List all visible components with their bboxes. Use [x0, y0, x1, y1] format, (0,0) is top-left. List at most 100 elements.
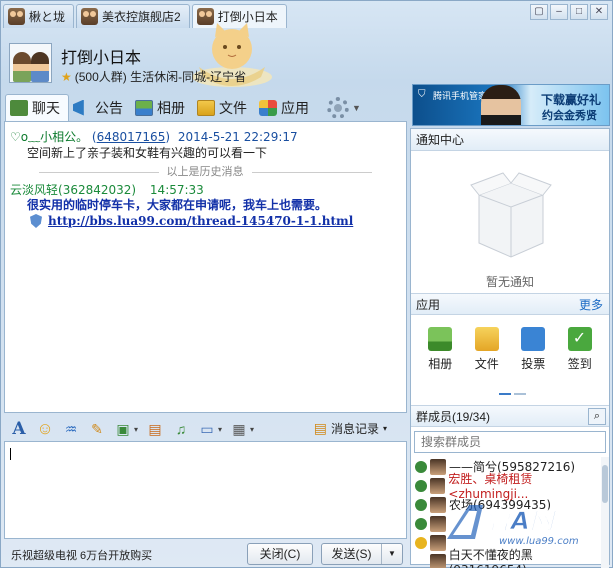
- window-controls: ▢ – □ ✕: [530, 4, 608, 20]
- apps-title: 应用: [416, 298, 441, 312]
- tab-chat-1[interactable]: 楸と垅: [3, 4, 75, 28]
- message-text: 空间新上了亲子装和女鞋有兴趣的可以看一下: [27, 146, 268, 160]
- promo-text[interactable]: 乐视超级电视 6万台开放购买: [11, 547, 152, 563]
- group-avatar[interactable]: [9, 43, 52, 83]
- ad-subtitle: 约会金秀贤: [542, 110, 597, 122]
- more-link[interactable]: 更多: [579, 294, 603, 316]
- tab-album[interactable]: 相册: [131, 94, 193, 121]
- watermark-url: www.lua99.com: [499, 536, 579, 547]
- screen-capture-icon[interactable]: ▭: [198, 420, 216, 438]
- app-album[interactable]: 相册: [428, 327, 452, 405]
- message-record-button[interactable]: ▤ 消息记录 ▾: [314, 420, 387, 437]
- history-separator-text: 以上是历史消息: [166, 166, 244, 178]
- scrollbar[interactable]: [601, 457, 609, 568]
- folder-icon: [474, 327, 499, 351]
- tab-chat-2[interactable]: 美衣控旗舰店2: [76, 4, 190, 28]
- tab-chat[interactable]: 聊天: [5, 94, 69, 121]
- sender-name[interactable]: ♡o﹏小相公。: [10, 130, 88, 144]
- member-search-input[interactable]: [414, 431, 606, 453]
- send-button[interactable]: 发送(S) ▼: [321, 543, 403, 565]
- tab-album-label: 相册: [157, 99, 185, 116]
- gear-icon[interactable]: [327, 96, 349, 119]
- remote-assist-icon[interactable]: ▦: [230, 420, 248, 438]
- chevron-down-icon[interactable]: ▾: [134, 425, 138, 434]
- ad-banner[interactable]: ⛉ 腾讯手机管家 下载赢好礼 约会金秀贤: [412, 84, 610, 126]
- record-icon: ▤: [313, 420, 327, 436]
- app-label: 文件: [474, 357, 499, 371]
- album-icon: [135, 99, 153, 116]
- close-button[interactable]: 关闭(C): [247, 543, 313, 565]
- message-header: ♡o﹏小相公。 (648017165) 2014-5-21 22:29:17: [10, 130, 298, 144]
- avatar: [429, 553, 446, 568]
- megaphone-icon: [73, 99, 84, 116]
- chevron-down-icon[interactable]: ▾: [218, 425, 222, 434]
- checkmark-icon: [567, 327, 592, 351]
- chevron-down-icon[interactable]: ▼: [352, 103, 361, 113]
- chat-history[interactable]: ♡o﹏小相公。 (648017165) 2014-5-21 22:29:17 空…: [4, 121, 407, 413]
- app-label: 相册: [428, 357, 453, 371]
- app-label: 投票: [521, 357, 546, 371]
- app-signin[interactable]: 签到: [567, 327, 592, 405]
- tab-app-label: 应用: [281, 99, 309, 116]
- group-toolbar: 聊天 公告 相册 文件 应用 ▼: [5, 94, 361, 121]
- image-icon[interactable]: ▣: [114, 420, 132, 438]
- note-icon[interactable]: ▤: [146, 420, 164, 438]
- chevron-down-icon: ▾: [382, 424, 387, 433]
- site-watermark: 鲁A网 www.lua99.com: [447, 505, 579, 547]
- avatar: [429, 477, 446, 494]
- message-text: 很实用的临时停车卡，大家都在申请呢，我车上也需要。: [27, 198, 328, 212]
- apps-pager[interactable]: [499, 393, 526, 395]
- font-icon[interactable]: A: [10, 419, 28, 439]
- chevron-down-icon[interactable]: ▾: [250, 425, 254, 434]
- search-icon[interactable]: ⌕: [588, 408, 606, 425]
- sender-name[interactable]: 云淡风轻: [10, 183, 58, 197]
- list-item[interactable]: 白天不懂夜的黑(931619654): [411, 548, 609, 568]
- history-separator: 以上是历史消息: [25, 163, 385, 179]
- input-toolbar: A ☺ ♒ ✎ ▣ ▾ ▤ ♫ ▭ ▾ ▦ ▾ ▤ 消息记录 ▾: [4, 417, 407, 441]
- bar-chart-icon: [521, 327, 546, 351]
- group-name: 打倒小日本: [61, 50, 142, 67]
- restore-button[interactable]: ▢: [530, 4, 548, 20]
- tab-label: 楸と垅: [29, 10, 66, 24]
- app-file[interactable]: 文件: [474, 327, 499, 405]
- apps-grid: 相册 文件 投票 签到: [411, 315, 609, 405]
- message-link-text[interactable]: http://bbs.lua99.com/thread-145470-1-1.h…: [48, 214, 353, 228]
- tab-notice[interactable]: 公告: [69, 94, 131, 121]
- empty-notice-text: 暂无通知: [485, 275, 534, 289]
- star-icon: ★: [61, 69, 72, 84]
- notify-area: 暂无通知: [411, 151, 609, 293]
- tab-label: 美衣控旗舰店2: [102, 10, 181, 24]
- message-input[interactable]: [4, 441, 407, 539]
- message-link[interactable]: http://bbs.lua99.com/thread-145470-1-1.h…: [30, 214, 353, 228]
- qq-group-chat-window: 楸と垅 美衣控旗舰店2 打倒小日本 ▢ – □ ✕ 打倒小日本 ★ (500人群…: [0, 0, 613, 568]
- maximize-button[interactable]: □: [570, 4, 588, 20]
- shield-icon: ⛉: [418, 89, 426, 100]
- close-window-button[interactable]: ✕: [590, 4, 608, 20]
- group-avatar-icon: [8, 8, 25, 25]
- ad-person-image: [481, 85, 521, 125]
- doodle-icon[interactable]: ✎: [88, 420, 106, 438]
- members-title: 群成员(19/34): [416, 410, 491, 424]
- shake-icon[interactable]: ♒: [62, 420, 80, 438]
- sender-qq[interactable]: (362842032): [58, 183, 136, 197]
- scrollbar-thumb[interactable]: [602, 465, 608, 503]
- ad-title: 下载赢好礼: [540, 93, 601, 107]
- apps-header: 应用 更多: [411, 293, 609, 315]
- chat-icon: [10, 100, 28, 116]
- list-item[interactable]: 宏胜、桌椅租赁<zhumingji...: [411, 472, 609, 501]
- tab-file[interactable]: 文件: [193, 94, 255, 121]
- music-icon[interactable]: ♫: [172, 420, 190, 438]
- emoji-icon[interactable]: ☺: [36, 419, 54, 438]
- tab-app[interactable]: 应用: [255, 94, 317, 121]
- chevron-down-icon[interactable]: ▼: [382, 544, 402, 564]
- ad-brand: 腾讯手机管家: [433, 91, 488, 101]
- minimize-button[interactable]: –: [550, 4, 568, 20]
- send-button-label[interactable]: 发送(S): [322, 544, 382, 564]
- sender-qq[interactable]: 648017165: [97, 130, 166, 144]
- notify-center-header: 通知中心: [411, 129, 609, 151]
- member-role-icon: [415, 479, 427, 492]
- notify-center-title: 通知中心: [416, 133, 465, 147]
- member-name: 白天不懂夜的黑(931619654): [448, 548, 533, 568]
- avatar: [430, 458, 446, 475]
- message-record-label: 消息记录: [330, 422, 379, 436]
